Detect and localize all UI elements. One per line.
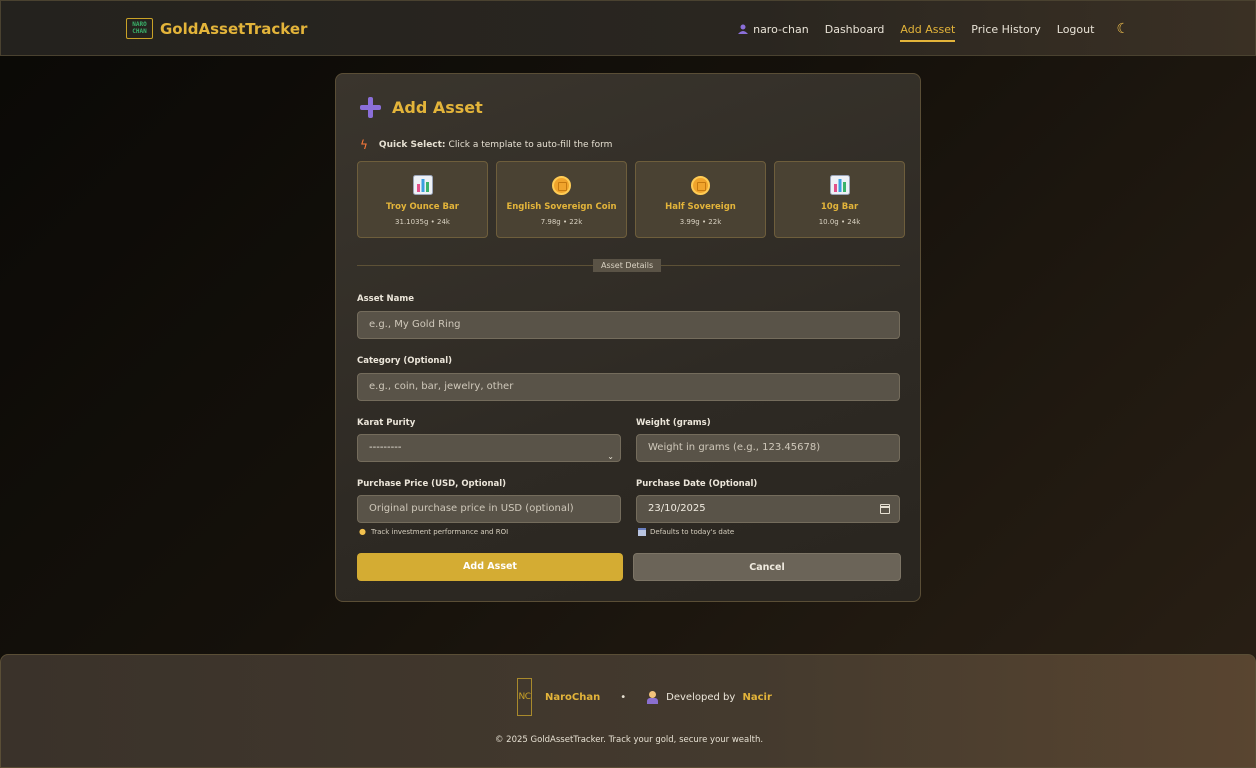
user-icon	[738, 24, 749, 34]
footer-brand[interactable]: NaroChan	[545, 692, 600, 703]
footer-credits: NC NaroChan • Developed by Nacir	[517, 678, 772, 716]
developer-credit: Developed by Nacir	[666, 692, 772, 703]
purchase-date-label: Purchase Date (Optional)	[636, 479, 758, 489]
asset-name-label: Asset Name	[357, 294, 414, 304]
brand-link[interactable]: NARO CHAN GoldAssetTracker	[126, 18, 307, 39]
nav-dashboard[interactable]: Dashboard	[825, 23, 885, 36]
copyright-text: © 2025 GoldAssetTracker. Track your gold…	[494, 735, 764, 745]
template-meta: 7.98g • 22k	[540, 218, 583, 226]
brand-name: GoldAssetTracker	[160, 19, 308, 38]
bar-chart-icon	[412, 175, 433, 195]
nav-add-asset[interactable]: Add Asset	[900, 23, 955, 42]
add-asset-card: Add Asset ϟ Quick Select: Click a templa…	[335, 73, 921, 602]
footer-logo: NC	[517, 678, 532, 716]
template-meta: 3.99g • 22k	[679, 218, 722, 226]
page-title: Add Asset	[392, 98, 483, 117]
purchase-date-hint: Defaults to today's date	[638, 528, 734, 536]
category-input[interactable]: e.g., coin, bar, jewelry, other	[357, 373, 900, 401]
nav-logout[interactable]: Logout	[1057, 23, 1095, 36]
nav-price-history[interactable]: Price History	[971, 23, 1040, 36]
navbar: NARO CHAN GoldAssetTracker naro-chan Das…	[0, 0, 1256, 56]
bar-chart-icon	[829, 175, 850, 195]
asset-name-input[interactable]: e.g., My Gold Ring	[357, 311, 900, 339]
template-meta: 10.0g • 24k	[818, 218, 861, 226]
karat-select[interactable]: --------- ⌄	[357, 434, 621, 462]
purchase-date-input[interactable]: 23/10/2025	[636, 495, 900, 523]
developed-by-text: Developed by	[666, 691, 736, 703]
calendar-icon[interactable]	[880, 504, 890, 514]
coin-icon	[552, 175, 571, 195]
weight-input[interactable]: Weight in grams (e.g., 123.45678)	[636, 434, 900, 462]
quick-select-text: Click a template to auto-fill the form	[448, 140, 613, 150]
purchase-price-label: Purchase Price (USD, Optional)	[357, 479, 507, 489]
add-asset-button[interactable]: Add Asset	[357, 553, 623, 581]
developer-icon	[646, 690, 659, 704]
cancel-button[interactable]: Cancel	[633, 553, 901, 581]
purchase-price-hint-text: Track investment performance and ROI	[370, 527, 509, 536]
category-label: Category (Optional)	[357, 356, 453, 366]
purchase-date-hint-text: Defaults to today's date	[650, 528, 735, 536]
brand-logo: NARO CHAN	[126, 18, 153, 39]
calendar-icon	[638, 528, 646, 536]
template-half-sovereign[interactable]: Half Sovereign 3.99g • 22k	[635, 161, 766, 238]
card-header: Add Asset	[360, 97, 483, 118]
footer-separator: •	[620, 691, 627, 703]
template-name: English Sovereign Coin	[506, 202, 617, 212]
template-name: Troy Ounce Bar	[386, 202, 459, 212]
developer-link[interactable]: Nacir	[742, 692, 771, 703]
quick-select-label: Quick Select:	[378, 140, 446, 150]
template-meta: 31.1035g • 24k	[395, 218, 450, 226]
weight-label: Weight (grams)	[636, 418, 711, 428]
template-name: 10g Bar	[820, 202, 859, 212]
lightning-icon: ϟ	[360, 138, 368, 152]
plus-icon	[360, 97, 381, 118]
purchase-price-input[interactable]: Original purchase price in USD (optional…	[357, 495, 621, 523]
nav-links: naro-chan Dashboard Add Asset Price Hist…	[722, 1, 1129, 57]
purchase-date-value: 23/10/2025	[648, 503, 706, 514]
purchase-price-hint: ● Track investment performance and ROI	[359, 527, 508, 536]
karat-select-value: ---------	[369, 442, 402, 453]
quick-select-hint: ϟ Quick Select: Click a template to auto…	[360, 138, 612, 152]
template-list: Troy Ounce Bar 31.1035g • 24k English So…	[357, 161, 905, 238]
template-english-sovereign-coin[interactable]: English Sovereign Coin 7.98g • 22k	[496, 161, 627, 238]
user-menu[interactable]: naro-chan	[738, 23, 809, 36]
chevron-down-icon: ⌄	[607, 452, 614, 461]
moon-icon[interactable]: ☾	[1116, 21, 1129, 37]
karat-label: Karat Purity	[357, 418, 416, 428]
divider-label: Asset Details	[593, 259, 662, 272]
username: naro-chan	[753, 22, 809, 36]
lightbulb-icon: ●	[359, 527, 366, 536]
footer: NC NaroChan • Developed by Nacir © 2025 …	[0, 654, 1256, 768]
template-name: Half Sovereign	[665, 202, 736, 212]
coin-icon	[691, 175, 710, 195]
template-troy-ounce-bar[interactable]: Troy Ounce Bar 31.1035g • 24k	[357, 161, 488, 238]
template-10g-bar[interactable]: 10g Bar 10.0g • 24k	[774, 161, 905, 238]
